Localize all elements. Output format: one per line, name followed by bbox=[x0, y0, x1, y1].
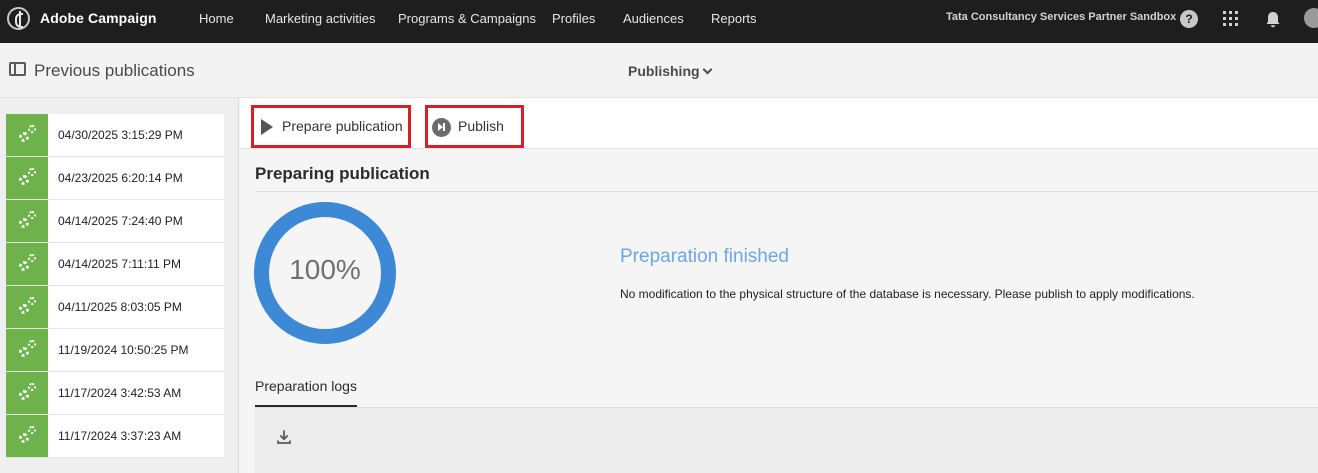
previous-publications-title: Previous publications bbox=[34, 61, 195, 80]
gear-icon bbox=[28, 340, 36, 348]
publication-status-icon bbox=[6, 415, 48, 457]
publication-item[interactable]: 04/11/2025 8:03:05 PM bbox=[6, 286, 224, 329]
publication-status-icon bbox=[6, 372, 48, 414]
publication-date: 11/19/2024 10:50:25 PM bbox=[58, 343, 189, 357]
preparing-publication-title: Preparing publication bbox=[255, 164, 430, 183]
gear-icon bbox=[28, 168, 36, 176]
publishing-menu-label: Publishing bbox=[628, 63, 700, 79]
gear-icon bbox=[19, 390, 29, 400]
publication-date: 04/14/2025 7:11:11 PM bbox=[58, 257, 181, 271]
help-icon[interactable]: ? bbox=[1180, 10, 1198, 28]
adobe-campaign-logo-icon[interactable] bbox=[7, 7, 30, 30]
publication-status-icon bbox=[6, 243, 48, 285]
nav-audiences[interactable]: Audiences bbox=[623, 11, 684, 26]
page-header: Previous publications Publishing bbox=[0, 43, 1318, 98]
publication-status-icon bbox=[6, 200, 48, 242]
preparation-logs-panel bbox=[255, 408, 1318, 473]
prepare-publication-button[interactable]: Prepare publication bbox=[251, 105, 411, 148]
publication-status-icon bbox=[6, 114, 48, 156]
top-navigation: Adobe Campaign Home Marketing activities… bbox=[0, 0, 1318, 43]
gear-icon bbox=[19, 261, 29, 271]
notification-bell-icon[interactable] bbox=[1265, 11, 1281, 28]
publication-item[interactable]: 11/19/2024 10:50:25 PM bbox=[6, 329, 224, 372]
publishing-menu[interactable]: Publishing bbox=[628, 63, 713, 79]
chevron-down-icon bbox=[702, 64, 713, 75]
gear-icon bbox=[19, 218, 29, 228]
publication-status-icon bbox=[6, 157, 48, 199]
publication-item[interactable]: 04/30/2025 3:15:29 PM bbox=[6, 114, 224, 157]
publication-item[interactable]: 11/17/2024 3:42:53 AM bbox=[6, 372, 224, 415]
gear-icon bbox=[28, 211, 36, 219]
publication-item[interactable]: 04/23/2025 6:20:14 PM bbox=[6, 157, 224, 200]
nav-reports[interactable]: Reports bbox=[711, 11, 757, 26]
nav-programs-campaigns[interactable]: Programs & Campaigns bbox=[398, 11, 536, 26]
publication-date: 04/23/2025 6:20:14 PM bbox=[58, 171, 183, 185]
publication-date: 11/17/2024 3:42:53 AM bbox=[58, 386, 182, 400]
brand-name[interactable]: Adobe Campaign bbox=[40, 10, 157, 26]
gear-icon bbox=[28, 125, 36, 133]
publication-item[interactable]: 04/14/2025 7:24:40 PM bbox=[6, 200, 224, 243]
prepare-publication-label: Prepare publication bbox=[282, 118, 403, 134]
organization-switcher[interactable]: Tata Consultancy Services Partner Sandbo… bbox=[946, 11, 1176, 23]
gear-icon bbox=[19, 304, 29, 314]
preparation-status-title: Preparation finished bbox=[620, 246, 789, 267]
publication-list: 04/30/2025 3:15:29 PM 04/23/2025 6:20:14 … bbox=[6, 114, 224, 458]
publication-date: 11/17/2024 3:37:23 AM bbox=[58, 429, 182, 443]
publication-date: 04/30/2025 3:15:29 PM bbox=[58, 128, 183, 142]
publication-toolbar: Prepare publication Publish bbox=[240, 98, 1318, 149]
gear-icon bbox=[19, 347, 29, 357]
nav-profiles[interactable]: Profiles bbox=[552, 11, 595, 26]
publication-status-icon bbox=[6, 329, 48, 371]
section-divider bbox=[255, 191, 1318, 192]
gear-icon bbox=[19, 175, 29, 185]
publish-icon bbox=[432, 118, 451, 137]
progress-percentage: 100% bbox=[289, 254, 361, 285]
publication-item[interactable]: 11/17/2024 3:37:23 AM bbox=[6, 415, 224, 458]
nav-home[interactable]: Home bbox=[199, 11, 234, 26]
apps-grid-icon[interactable] bbox=[1223, 11, 1238, 26]
publication-date: 04/11/2025 8:03:05 PM bbox=[58, 300, 182, 314]
previous-publications-sidebar: 04/30/2025 3:15:29 PM 04/23/2025 6:20:14 … bbox=[0, 98, 239, 473]
publication-date: 04/14/2025 7:24:40 PM bbox=[58, 214, 183, 228]
preparation-status-message: No modification to the physical structur… bbox=[620, 287, 1195, 301]
gear-icon bbox=[19, 433, 29, 443]
publication-main: Prepare publication Publish Preparing pu… bbox=[240, 98, 1318, 473]
publication-status-icon bbox=[6, 286, 48, 328]
publish-button[interactable]: Publish bbox=[425, 105, 524, 148]
gear-icon bbox=[19, 132, 29, 142]
publish-label: Publish bbox=[458, 118, 504, 134]
gear-icon bbox=[28, 297, 36, 305]
tab-preparation-logs[interactable]: Preparation logs bbox=[255, 378, 357, 407]
panel-toggle-icon[interactable] bbox=[9, 62, 26, 76]
user-avatar[interactable] bbox=[1304, 8, 1318, 28]
play-icon bbox=[261, 119, 273, 135]
publication-item[interactable]: 04/14/2025 7:11:11 PM bbox=[6, 243, 224, 286]
nav-marketing-activities[interactable]: Marketing activities bbox=[265, 11, 376, 26]
gear-icon bbox=[28, 254, 36, 262]
download-icon[interactable] bbox=[276, 429, 292, 445]
gear-icon bbox=[28, 426, 36, 434]
gear-icon bbox=[28, 383, 36, 391]
